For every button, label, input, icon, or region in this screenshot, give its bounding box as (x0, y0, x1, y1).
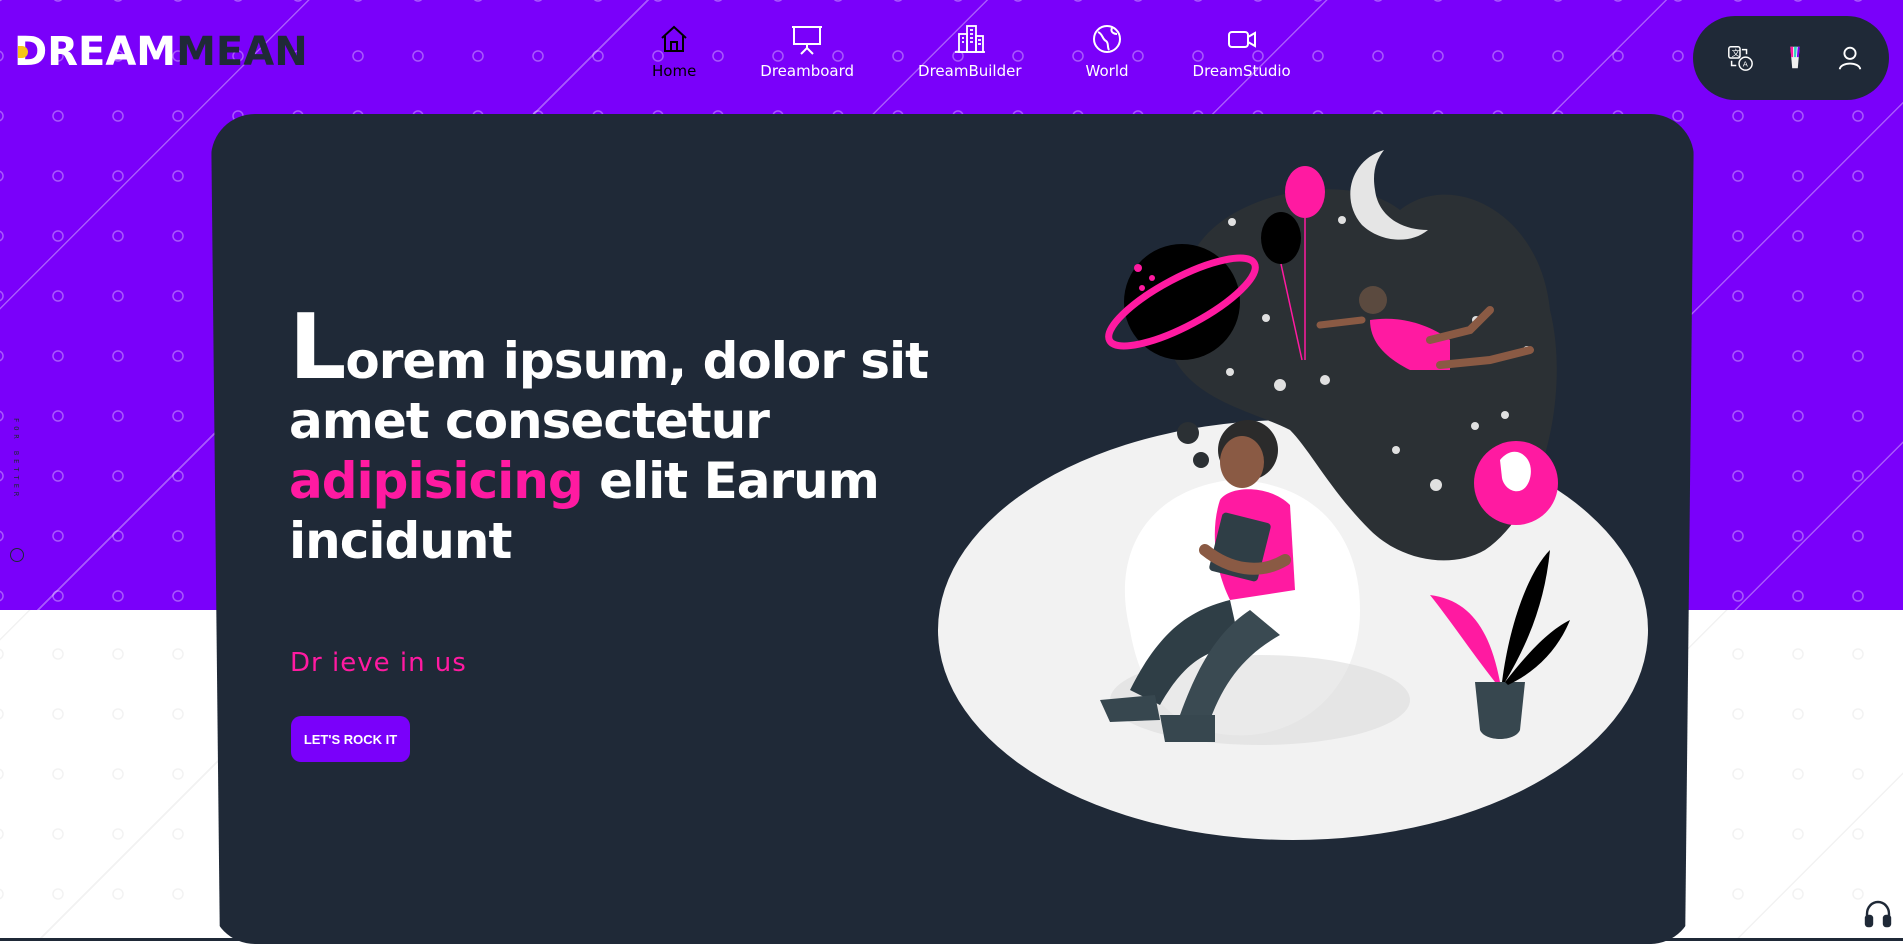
nav-item-dreamstudio[interactable]: DreamStudio (1161, 22, 1323, 92)
nav-item-world[interactable]: World (1054, 22, 1161, 92)
hero-title-accent: adipisicing (289, 452, 584, 510)
circle-icon (10, 548, 24, 562)
nav-label: Dreamboard (760, 62, 855, 80)
headphones-icon[interactable] (1863, 899, 1893, 929)
svg-text:A: A (1743, 59, 1749, 68)
nav-label: World (1085, 62, 1129, 80)
globe-icon (1093, 25, 1122, 53)
nav-label: Home (652, 62, 697, 80)
nav-item-dreambuilder[interactable]: DreamBuilder (886, 22, 1053, 92)
video-camera-icon (1227, 31, 1256, 48)
nav-label: DreamStudio (1192, 62, 1291, 80)
hero-title-dropcap: L (289, 295, 346, 400)
hero-tagline: Dr ieve in us (290, 648, 467, 678)
logo[interactable]: DREAM M EAN (14, 30, 308, 74)
svg-text:文: 文 (1732, 48, 1741, 58)
nav-item-dreamboard[interactable]: Dreamboard (728, 22, 886, 92)
side-tagline: FOR BETTER (12, 418, 20, 501)
main-nav: Home Dreamboard DreamBuilder World Dream… (620, 22, 1323, 92)
theme-palette-icon[interactable] (1778, 41, 1812, 75)
presentation-board-icon (792, 26, 823, 55)
utility-toolbar: 文 A (1693, 16, 1889, 100)
nav-label: DreamBuilder (918, 62, 1022, 80)
buildings-icon (954, 25, 985, 53)
user-icon[interactable] (1833, 41, 1867, 75)
hero-illustration (938, 150, 1648, 840)
translate-icon[interactable]: 文 A (1723, 41, 1757, 75)
hero-title: Lorem ipsum, dolor sit amet consectetur … (289, 295, 929, 571)
nav-item-home[interactable]: Home (620, 22, 728, 92)
lets-rock-it-button[interactable]: LET'S ROCK IT (291, 716, 410, 762)
home-icon (661, 25, 687, 52)
